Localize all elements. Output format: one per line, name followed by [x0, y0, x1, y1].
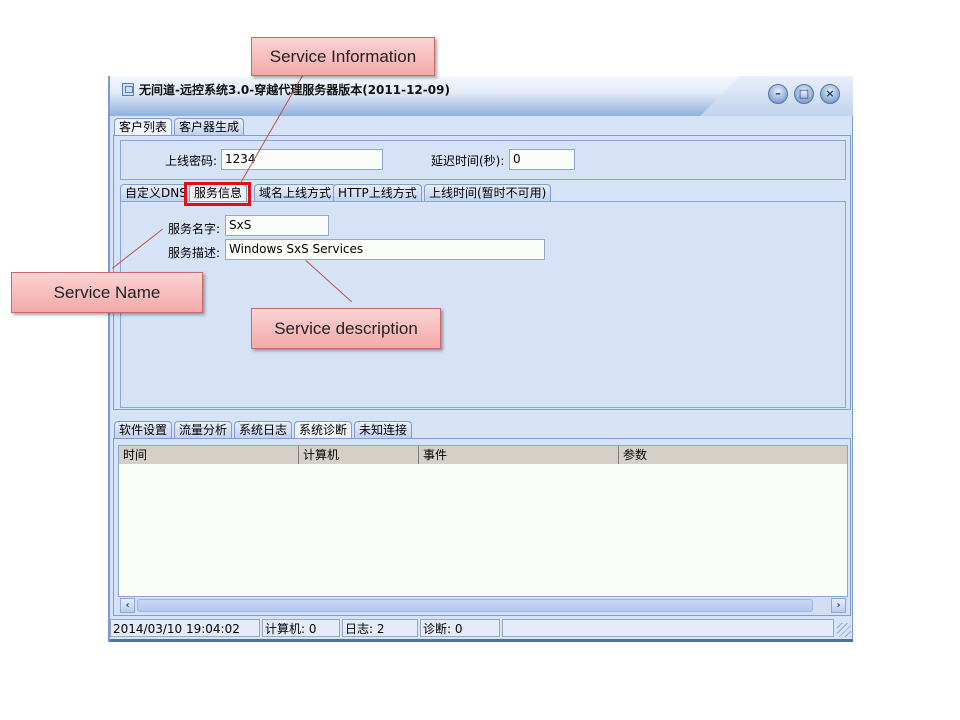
service-info-tab-highlight [184, 182, 251, 206]
callout-service-name: Service Name [11, 272, 203, 313]
close-icon: × [825, 87, 835, 100]
tab-system-log[interactable]: 系统日志 [234, 421, 293, 438]
delay-label: 延迟时间(秒): [431, 154, 505, 168]
service-name-input[interactable]: SxS [225, 215, 329, 236]
scroll-left-icon[interactable]: ‹ [120, 598, 135, 613]
password-label: 上线密码: [165, 154, 218, 168]
horizontal-scrollbar[interactable]: ‹ › [118, 598, 848, 614]
minimize-button[interactable]: – [768, 84, 788, 104]
tab-online-time[interactable]: 上线时间(暂时不可用) [424, 184, 552, 201]
log-table: 时间 计算机 事件 参数 [118, 445, 848, 597]
tab-client-generator[interactable]: 客户器生成 [174, 118, 245, 135]
status-computers: 计算机: 0 [262, 619, 340, 637]
callout-service-information: Service Information [251, 37, 435, 76]
callout-service-description: Service description [251, 308, 441, 349]
tab-domain-online[interactable]: 域名上线方式 [254, 184, 337, 201]
service-desc-label: 服务描述: [168, 246, 221, 260]
password-input[interactable]: 1234 [221, 149, 383, 170]
close-button[interactable]: × [820, 84, 840, 104]
column-header-time[interactable]: 时间 [119, 446, 299, 464]
tab-unknown-connections[interactable]: 未知连接 [354, 421, 413, 438]
window-bottom-border [110, 639, 853, 642]
minimize-icon: – [775, 87, 781, 100]
app-window: 无间道-远控系统3.0-穿越代理服务器版本(2011-12-09) – □ × … [108, 76, 853, 642]
column-header-computer[interactable]: 计算机 [299, 446, 419, 464]
tab-system-diagnostics[interactable]: 系统诊断 [294, 421, 353, 438]
tab-http-online[interactable]: HTTP上线方式 [333, 184, 422, 201]
app-window-icon [122, 83, 134, 96]
maximize-icon: □ [798, 87, 810, 100]
status-extra [502, 619, 834, 637]
column-header-params[interactable]: 参数 [619, 446, 847, 464]
log-panel: 时间 计算机 事件 参数 ‹ › [113, 438, 851, 616]
delay-input[interactable]: 0 [509, 149, 575, 170]
scrollbar-thumb[interactable] [137, 599, 813, 612]
status-datetime: 2014/03/10 19:04:02 [110, 619, 260, 637]
tab-traffic-analysis[interactable]: 流量分析 [174, 421, 233, 438]
service-info-panel: 服务名字: SxS 服务描述: Windows SxS Services [120, 201, 846, 408]
service-name-label: 服务名字: [168, 222, 221, 236]
tab-custom-dns[interactable]: 自定义DNS [120, 184, 192, 201]
resize-grip-icon[interactable] [837, 623, 851, 637]
status-bar: 2014/03/10 19:04:02 计算机: 0 日志: 2 诊断: 0 [110, 619, 853, 639]
scroll-right-icon[interactable]: › [831, 598, 846, 613]
online-settings-group: 上线密码: 1234 延迟时间(秒): 0 [120, 140, 846, 180]
client-panel: 上线密码: 1234 延迟时间(秒): 0 自定义DNS 服务信息 域名上线方式… [113, 135, 851, 410]
tab-software-settings[interactable]: 软件设置 [114, 421, 173, 438]
status-logs: 日志: 2 [342, 619, 418, 637]
title-bar[interactable]: 无间道-远控系统3.0-穿越代理服务器版本(2011-12-09) – □ × [110, 76, 853, 116]
tab-client-list[interactable]: 客户列表 [114, 118, 173, 135]
status-diagnostics: 诊断: 0 [420, 619, 500, 637]
maximize-button[interactable]: □ [794, 84, 814, 104]
service-desc-input[interactable]: Windows SxS Services [225, 239, 545, 260]
column-header-event[interactable]: 事件 [419, 446, 619, 464]
